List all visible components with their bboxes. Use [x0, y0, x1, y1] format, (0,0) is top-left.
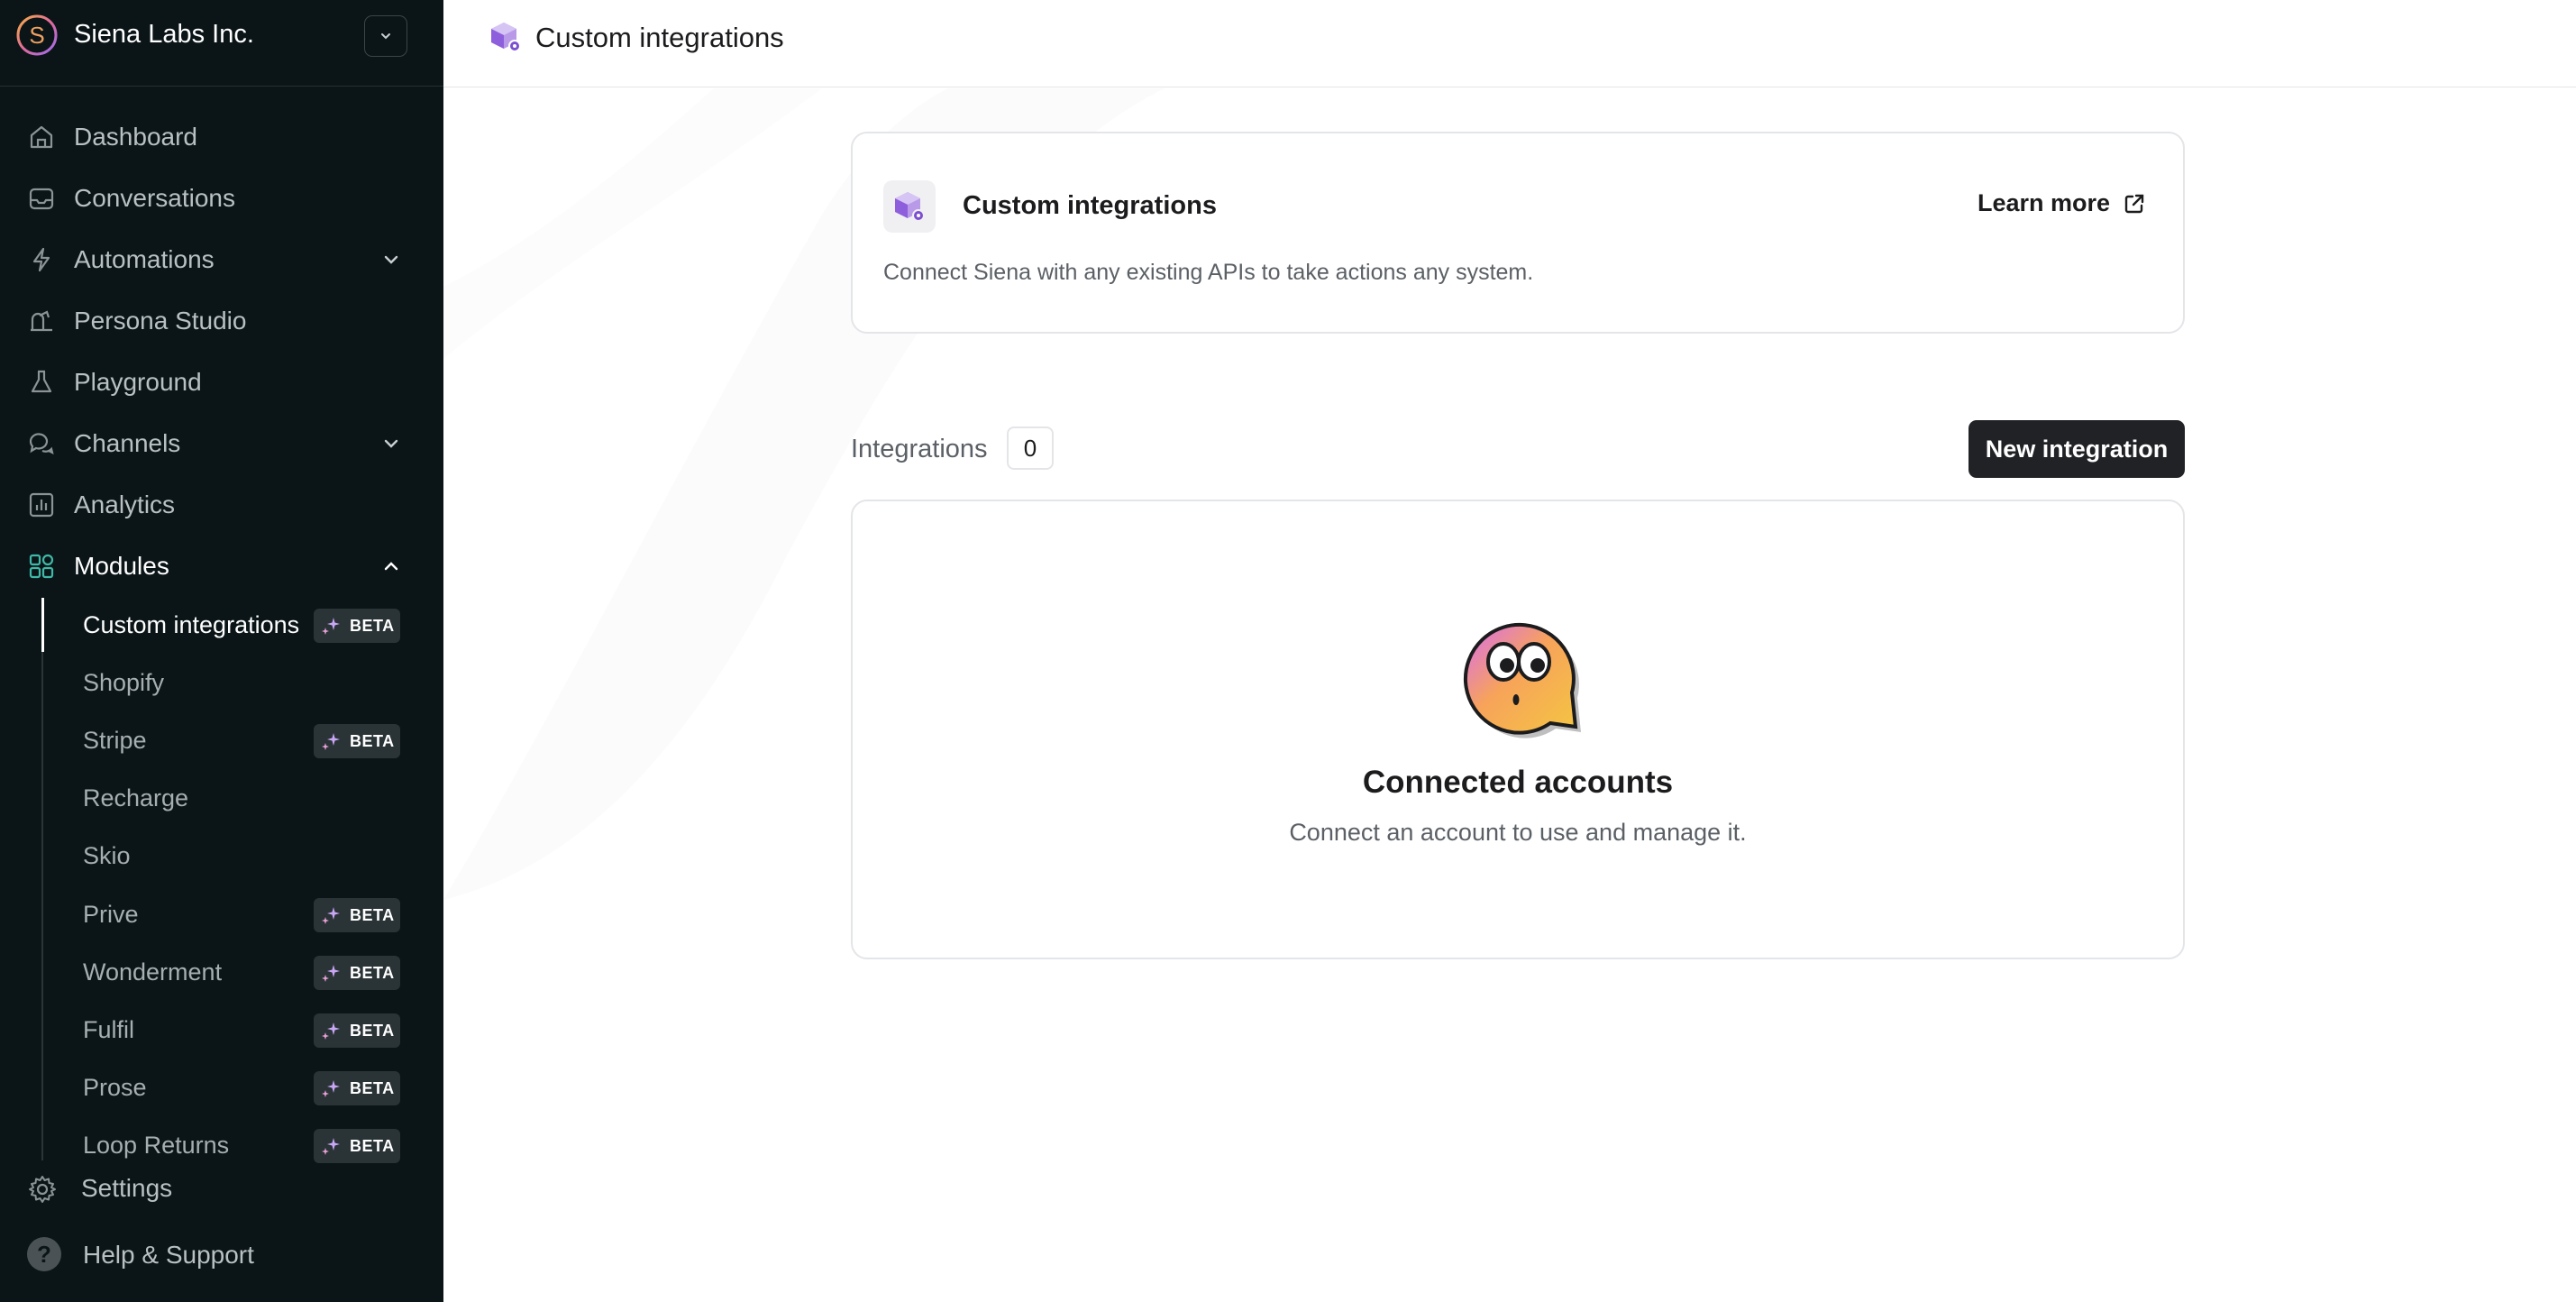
lightning-icon	[32, 247, 50, 272]
nav-channels[interactable]: Channels	[0, 417, 443, 471]
nav-dashboard-label: Dashboard	[74, 123, 197, 151]
sparkle-icon	[322, 1138, 340, 1155]
module-item[interactable]: Shopify	[0, 656, 443, 710]
modules-icon	[29, 554, 54, 579]
module-item[interactable]: Prive BETA	[0, 887, 443, 941]
external-link-icon	[2124, 194, 2144, 213]
sparkle-icon	[322, 618, 340, 635]
module-item-label: Recharge	[83, 784, 189, 811]
nav-help-support[interactable]: ? Help & Support	[0, 1226, 443, 1280]
learn-more-link[interactable]: Learn more	[1978, 189, 2146, 217]
sparkle-icon	[322, 1022, 340, 1040]
beta-badge: BETA	[314, 1013, 400, 1048]
sparkle-icon	[322, 1080, 340, 1097]
page-title: Custom integrations	[535, 22, 784, 53]
nav-analytics-label: Analytics	[74, 491, 176, 518]
page-header: Custom integrations	[443, 0, 2576, 87]
beta-badge: BETA	[314, 609, 400, 643]
inbox-icon	[29, 188, 54, 210]
org-name: Siena Labs Inc.	[74, 20, 254, 49]
nav-analytics[interactable]: Analytics	[0, 478, 443, 532]
chevron-up-icon	[384, 562, 398, 571]
nav-conversations-label: Conversations	[74, 184, 235, 212]
chevron-down-icon	[381, 33, 390, 40]
learn-more-label: Learn more	[1978, 189, 2111, 216]
sidebar: S Siena Labs Inc. Dashboard Conversation…	[0, 0, 443, 1302]
module-item-label: Prive	[83, 901, 139, 928]
module-item-label: Skio	[83, 842, 131, 869]
module-item[interactable]: Fulfil BETA	[0, 1003, 443, 1057]
beta-badge-label: BETA	[350, 1136, 395, 1155]
module-item-label: Fulfil	[83, 1016, 135, 1043]
nav-channels-label: Channels	[74, 429, 181, 457]
empty-state-title: Connected accounts	[1362, 765, 1674, 800]
module-item[interactable]: Custom integrations BETA	[0, 598, 443, 652]
siena-logo-icon: S	[16, 14, 58, 56]
custom-integrations-icon	[491, 23, 521, 52]
empty-state-card: Connected accounts Connect an account to…	[851, 500, 2185, 959]
module-item-label: Prose	[83, 1074, 147, 1101]
module-item[interactable]: Wonderment BETA	[0, 945, 443, 999]
module-item[interactable]: Stripe BETA	[0, 713, 443, 767]
module-item-label: Shopify	[83, 669, 165, 696]
chevron-down-icon	[384, 255, 398, 264]
home-icon	[30, 125, 53, 149]
beta-badge: BETA	[314, 1071, 400, 1105]
nav-modules-label: Modules	[74, 552, 169, 580]
sparkle-icon	[322, 907, 340, 924]
nav-settings-label: Settings	[81, 1174, 173, 1202]
chat-bubbles-icon	[29, 433, 54, 455]
nav-playground[interactable]: Playground	[0, 355, 443, 409]
module-item-label: Wonderment	[83, 958, 223, 986]
new-integration-button[interactable]: New integration	[1969, 420, 2185, 478]
persona-icon	[31, 310, 52, 332]
org-switcher: S Siena Labs Inc.	[0, 0, 443, 87]
nav-modules[interactable]: Modules	[0, 539, 443, 593]
beta-badge: BETA	[314, 724, 400, 758]
module-item[interactable]: Prose BETA	[0, 1060, 443, 1114]
beta-badge-label: BETA	[350, 905, 395, 924]
nav-help-label: Help & Support	[83, 1241, 254, 1269]
beta-badge: BETA	[314, 1129, 400, 1163]
flask-icon	[31, 370, 52, 393]
beta-badge-label: BETA	[350, 731, 395, 750]
module-item-label: Stripe	[83, 727, 147, 754]
help-icon: ?	[27, 1237, 61, 1271]
nav-dashboard[interactable]: Dashboard	[0, 110, 443, 164]
mascot-illustration	[1463, 623, 1581, 738]
nav-automations[interactable]: Automations	[0, 233, 443, 287]
nav-conversations[interactable]: Conversations	[0, 171, 443, 225]
info-card: Custom integrations Connect Siena with a…	[851, 132, 2185, 334]
info-card-description: Connect Siena with any existing APIs to …	[883, 260, 1534, 285]
chevron-down-icon	[384, 439, 398, 448]
sparkle-icon	[322, 965, 340, 982]
module-item[interactable]: Skio	[0, 829, 443, 883]
beta-badge-label: BETA	[350, 1078, 395, 1097]
sparkle-icon	[322, 733, 340, 750]
module-item-label: Loop Returns	[83, 1132, 230, 1159]
beta-badge: BETA	[314, 898, 400, 932]
module-item-label: Custom integrations	[83, 611, 300, 638]
analytics-icon	[29, 492, 54, 518]
nav-settings[interactable]: Settings	[0, 1161, 443, 1215]
nav-automations-label: Automations	[74, 245, 215, 273]
integrations-label: Integrations	[851, 435, 988, 463]
svg-text:S: S	[29, 22, 44, 49]
beta-badge-label: BETA	[350, 963, 395, 982]
module-item[interactable]: Recharge	[0, 771, 443, 825]
nav-playground-label: Playground	[74, 368, 202, 396]
nav-persona-studio-label: Persona Studio	[74, 307, 247, 335]
beta-badge-label: BETA	[350, 1021, 395, 1040]
nav-persona-studio[interactable]: Persona Studio	[0, 294, 443, 348]
gear-icon	[29, 1176, 56, 1203]
empty-state-description: Connect an account to use and manage it.	[1289, 819, 1747, 846]
integrations-count-badge: 0	[1007, 426, 1054, 470]
info-card-title: Custom integrations	[963, 191, 1217, 220]
beta-badge-label: BETA	[350, 616, 395, 635]
custom-integrations-icon	[883, 180, 936, 233]
beta-badge: BETA	[314, 956, 400, 990]
org-dropdown-button[interactable]	[364, 15, 407, 57]
